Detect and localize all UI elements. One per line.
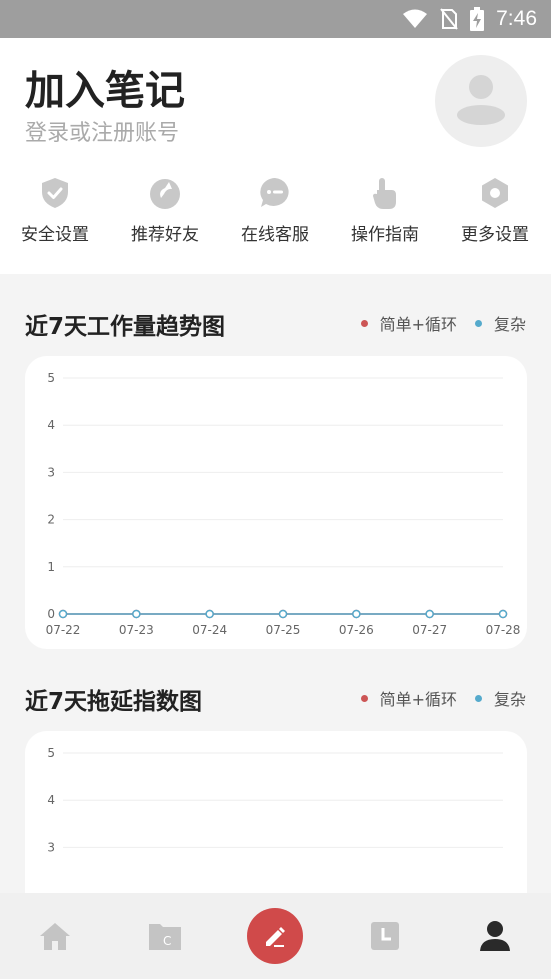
status-bar: 7:46 [0, 0, 551, 38]
data-point [58, 609, 68, 619]
nav-home[interactable] [15, 893, 95, 979]
legend-item: 简单+循环 [360, 686, 457, 710]
chat-bubble-icon [260, 178, 289, 207]
y-tick-label: 4 [47, 793, 55, 807]
user-icon [480, 921, 510, 951]
page-title[interactable]: 加入笔记 [25, 58, 185, 116]
y-tick-label: 3 [47, 465, 55, 479]
y-tick-label: 5 [47, 371, 55, 385]
workload-chart: 0 1 2 3 4 5 07-22 07-23 07-24 07-25 07-26 07-27 07-2… [46, 371, 521, 637]
share-heart-icon [150, 179, 180, 209]
clock-icon [371, 922, 399, 950]
chart-title: 近7天工作量趋势图 [25, 314, 226, 340]
avatar-person-icon [457, 75, 505, 125]
folder-glyph: C [163, 934, 171, 948]
x-tick-label: 07-27 [412, 623, 447, 637]
quick-action-label: 更多设置 [461, 225, 529, 245]
hexagon-gear-icon [482, 178, 508, 208]
x-tick-label: 07-22 [46, 623, 81, 637]
legend-item: 简单+循环 [360, 311, 457, 335]
home-icon [40, 923, 70, 950]
legend-label: 简单+循环 [379, 315, 457, 334]
y-tick-label: 5 [47, 746, 55, 760]
chart-title: 近7天拖延指数图 [25, 689, 203, 715]
nav-history[interactable] [345, 893, 425, 979]
chart-legend: 简单+循环 复杂 [360, 311, 526, 335]
legend-item: 复杂 [474, 311, 526, 335]
data-point [205, 609, 214, 619]
data-point [278, 609, 288, 619]
quick-action-guide[interactable]: 操作指南 [330, 176, 440, 245]
nav-profile[interactable] [455, 893, 535, 979]
profile-header: 加入笔记 登录或注册账号 安全设置 推荐好友 在线客服 操作指南 更多设置 [0, 38, 551, 274]
x-tick-label: 07-25 [266, 623, 301, 637]
y-tick-label: 1 [47, 560, 55, 574]
pencil-icon [266, 927, 285, 947]
y-tick-label: 4 [47, 418, 55, 432]
legend-label: 复杂 [493, 315, 526, 334]
legend-dot [360, 694, 368, 702]
data-point [425, 609, 434, 619]
bottom-nav: C [0, 893, 551, 979]
x-tick-label: 07-26 [339, 623, 374, 637]
quick-action-recommend[interactable]: 推荐好友 [110, 176, 220, 245]
wifi-icon [403, 9, 428, 28]
quick-action-label: 安全设置 [21, 225, 89, 245]
data-point [498, 609, 508, 619]
legend-label: 简单+循环 [379, 690, 457, 709]
y-tick-label: 3 [47, 840, 55, 854]
battery-charging-icon [470, 7, 485, 31]
legend-item: 复杂 [474, 686, 526, 710]
legend-dot [474, 694, 482, 702]
legend-dot [360, 319, 368, 327]
quick-action-security[interactable]: 安全设置 [0, 176, 110, 245]
x-tick-label: 07-24 [192, 623, 227, 637]
quick-actions: 安全设置 推荐好友 在线客服 操作指南 更多设置 [0, 176, 551, 256]
avatar[interactable] [435, 55, 527, 147]
compose-button[interactable] [247, 908, 303, 964]
chart-legend: 简单+循环 复杂 [360, 686, 526, 710]
hand-pointer-icon [373, 178, 396, 209]
shield-check-icon [42, 178, 68, 208]
folder-c-icon: C [149, 924, 181, 950]
quick-action-label: 操作指南 [351, 225, 419, 245]
data-point [132, 609, 141, 619]
legend-dot [474, 319, 482, 327]
y-tick-label: 2 [47, 513, 55, 527]
quick-action-more[interactable]: 更多设置 [440, 176, 550, 245]
nav-compose[interactable] [235, 893, 315, 979]
quick-action-label: 在线客服 [241, 225, 309, 245]
y-tick-label: 0 [47, 607, 55, 621]
no-sim-icon [440, 8, 458, 30]
workload-chart-card: 0 1 2 3 4 5 07-22 07-23 07-24 07-25 07-26 07-27 07-2… [25, 356, 527, 649]
login-register-link[interactable]: 登录或注册账号 [25, 115, 179, 147]
nav-folder[interactable]: C [125, 893, 205, 979]
legend-label: 复杂 [493, 690, 526, 709]
status-time: 7:46 [496, 7, 537, 30]
quick-action-service[interactable]: 在线客服 [220, 176, 330, 245]
quick-action-label: 推荐好友 [131, 225, 199, 245]
x-tick-label: 07-23 [119, 623, 154, 637]
data-point [352, 609, 361, 619]
x-tick-label: 07-28 [486, 623, 521, 637]
